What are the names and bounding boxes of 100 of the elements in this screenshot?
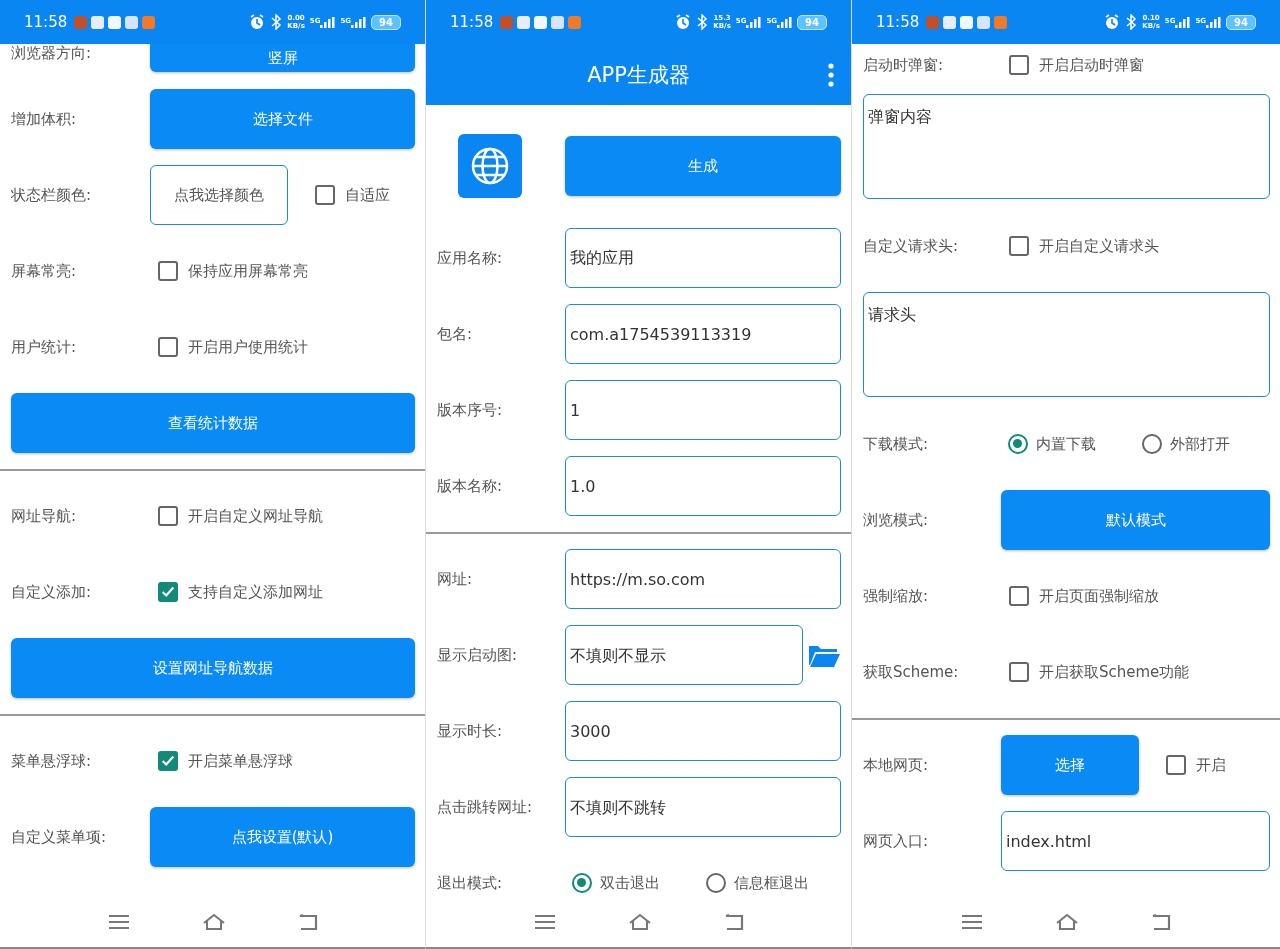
button[interactable]: 竖屏 [150, 44, 415, 72]
checkbox[interactable] [158, 751, 178, 771]
checkbox[interactable] [158, 506, 178, 526]
status-time: 11:58 [24, 13, 68, 31]
alarm-icon [1104, 14, 1121, 30]
input-field[interactable]: 我的应用 [565, 228, 841, 288]
checkbox[interactable] [158, 337, 178, 357]
app-notification-icon [91, 15, 105, 29]
field-label: 网页入口: [863, 831, 930, 851]
field-label: 菜单悬浮球: [11, 751, 93, 771]
alarm-icon [675, 14, 692, 30]
button[interactable]: 设置网址导航数据 [11, 638, 415, 698]
battery-level: 94 [1226, 14, 1256, 30]
app-notification-icon [125, 15, 139, 29]
input-field[interactable]: 1.0 [565, 456, 841, 516]
input-field[interactable]: 3000 [565, 701, 841, 761]
bluetooth-icon [1125, 14, 1138, 30]
field-label: 应用名称: [437, 248, 504, 268]
app-notification-icon [142, 15, 156, 29]
back-icon [723, 913, 744, 931]
button[interactable]: 查看统计数据 [11, 393, 415, 453]
field-label: 增加体积: [11, 109, 78, 129]
field-label: 自定义菜单项: [11, 827, 108, 847]
battery-level: 94 [797, 14, 827, 30]
app-title: APP生成器 [587, 61, 690, 89]
checkbox[interactable] [1009, 662, 1029, 682]
input-field[interactable]: 不填则不跳转 [565, 777, 841, 837]
text-area[interactable]: 弹窗内容 [863, 94, 1270, 199]
app-notification-icon [943, 15, 957, 29]
app-notification-icon [926, 15, 940, 29]
checkbox[interactable] [1166, 755, 1186, 775]
field-label: 状态栏颜色: [11, 185, 93, 205]
radio-label: 双击退出 [600, 873, 660, 893]
field-label: 退出模式: [437, 873, 504, 893]
button[interactable]: 默认模式 [1001, 490, 1270, 550]
app-notification-icon [960, 15, 974, 29]
home-icon [627, 913, 652, 931]
field-label: 本地网页: [863, 755, 930, 775]
checkbox[interactable] [1009, 55, 1029, 75]
checkbox-label: 自适应 [345, 185, 390, 205]
checkbox-label: 支持自定义添加网址 [188, 582, 323, 602]
button[interactable]: 选择文件 [150, 89, 415, 149]
field-label: 获取Scheme: [863, 662, 960, 682]
field-label: 自定义请求头: [863, 236, 960, 256]
app-notification-icon [517, 15, 531, 29]
radio-label: 信息框退出 [734, 873, 809, 893]
input-field[interactable]: https://m.so.com [565, 549, 841, 609]
app-notification-icon [108, 15, 122, 29]
checkbox[interactable] [1009, 236, 1029, 256]
color-picker-button[interactable]: 点我选择颜色 [150, 165, 288, 225]
checkbox-label: 保持应用屏幕常亮 [188, 261, 308, 281]
checkbox[interactable] [158, 582, 178, 602]
checkbox[interactable] [158, 261, 178, 281]
checkbox-label: 开启启动时弹窗 [1039, 55, 1144, 75]
alarm-icon [249, 14, 266, 30]
checkbox[interactable] [1009, 586, 1029, 606]
field-label: 网址: [437, 569, 474, 589]
bluetooth-icon [696, 14, 709, 30]
checkbox-label: 开启菜单悬浮球 [188, 751, 293, 771]
bluetooth-icon [270, 14, 283, 30]
field-label: 浏览器方向: [11, 44, 93, 63]
input-field[interactable]: 不填则不显示 [565, 625, 803, 685]
input-field[interactable]: index.html [1001, 811, 1270, 871]
app-notification-icon [534, 15, 548, 29]
app-notification-icon [500, 15, 514, 29]
signal-icon [351, 16, 367, 28]
field-label: 网址导航: [11, 506, 78, 526]
signal-icon [777, 16, 793, 28]
home-icon [201, 913, 226, 931]
radio-button[interactable] [1142, 434, 1162, 454]
field-label: 强制缩放: [863, 586, 930, 606]
menu-icon [533, 914, 556, 930]
input-field[interactable]: com.a1754539113319 [565, 304, 841, 364]
checkbox-label: 开启页面强制缩放 [1039, 586, 1159, 606]
input-field[interactable]: 1 [565, 380, 841, 440]
field-label: 浏览模式: [863, 510, 930, 530]
checkbox-label: 开启自定义请求头 [1039, 236, 1159, 256]
signal-icon [1206, 16, 1222, 28]
radio-label: 内置下载 [1036, 434, 1096, 454]
generate-button[interactable]: 生成 [565, 136, 841, 196]
globe-drawing [470, 146, 510, 186]
menu-icon [961, 914, 983, 930]
menu-icon [107, 914, 130, 930]
button[interactable]: 点我设置(默认) [150, 807, 415, 867]
more-menu-icon [828, 63, 834, 87]
radio-button[interactable] [572, 873, 592, 893]
checkbox[interactable] [315, 185, 335, 205]
signal-icon [746, 16, 762, 28]
back-icon [1151, 913, 1171, 931]
back-icon [297, 913, 318, 931]
checkbox-label: 开启 [1196, 755, 1226, 775]
button[interactable]: 选择 [1001, 735, 1139, 795]
status-time: 11:58 [876, 13, 920, 31]
text-area[interactable]: 请求头 [863, 292, 1270, 397]
status-time: 11:58 [450, 13, 494, 31]
radio-button[interactable] [706, 873, 726, 893]
field-label: 用户统计: [11, 337, 78, 357]
radio-button[interactable] [1008, 434, 1028, 454]
app-notification-icon [551, 15, 565, 29]
signal-icon [1175, 16, 1191, 28]
